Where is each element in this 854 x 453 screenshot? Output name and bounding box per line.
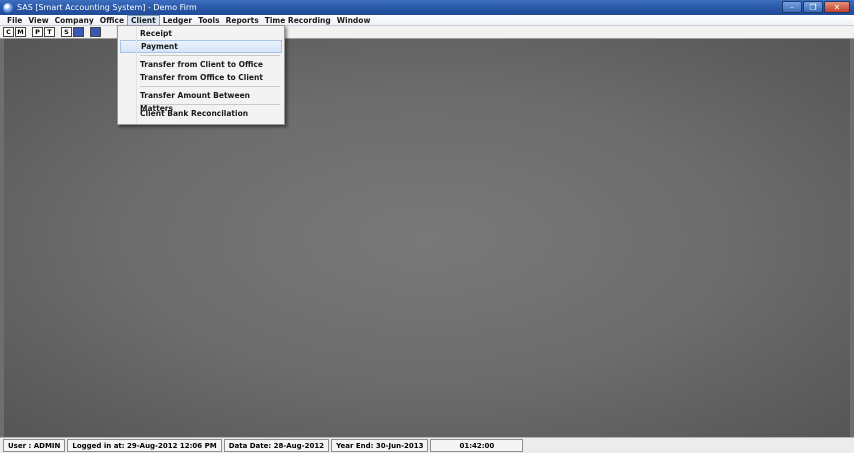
menu-item-receipt[interactable]: Receipt	[120, 27, 282, 40]
menu-item-transfer-office-to-client[interactable]: Transfer from Office to Client	[120, 71, 282, 84]
toolbar-client-button[interactable]: C	[3, 27, 14, 37]
status-bar: User : ADMIN Logged in at: 29-Aug-2012 1…	[0, 437, 854, 453]
status-year-end: Year End: 30-Jun-2013	[331, 439, 429, 452]
menu-separator	[140, 55, 280, 56]
menu-client[interactable]: Client	[127, 14, 160, 26]
toolbar-s-button[interactable]: S	[61, 27, 72, 37]
menu-item-client-bank-reconciliation[interactable]: Client Bank Reconcilation	[120, 107, 282, 120]
menu-file[interactable]: File	[4, 15, 25, 26]
menu-item-payment[interactable]: Payment	[120, 40, 282, 53]
toolbar-calendar-icon[interactable]	[90, 27, 101, 37]
menu-view[interactable]: View	[25, 15, 51, 26]
title-bar: SAS [Smart Accounting System] - Demo Fir…	[0, 0, 854, 15]
menu-separator	[140, 86, 280, 87]
toolbar-transfer-button[interactable]: T	[44, 27, 55, 37]
restore-button[interactable]: ❐	[803, 1, 823, 13]
app-icon	[3, 2, 13, 13]
toolbar-report-icon[interactable]	[73, 27, 84, 37]
menu-tools[interactable]: Tools	[195, 15, 222, 26]
menu-item-transfer-between-matters[interactable]: Transfer Amount Between Matters	[120, 89, 282, 113]
toolbar-payment-button[interactable]: P	[32, 27, 43, 37]
menu-item-transfer-client-to-office[interactable]: Transfer from Client to Office	[120, 58, 282, 71]
menu-reports[interactable]: Reports	[223, 15, 262, 26]
client-menu-dropdown: Receipt Payment Transfer from Client to …	[117, 25, 285, 125]
minimize-button[interactable]: –	[782, 1, 802, 13]
menu-icon-gutter	[136, 27, 137, 123]
window-controls: – ❐ ✕	[782, 1, 850, 13]
menu-office[interactable]: Office	[97, 15, 127, 26]
menu-time-recording[interactable]: Time Recording	[262, 15, 334, 26]
status-user: User : ADMIN	[3, 439, 66, 452]
menu-ledger[interactable]: Ledger	[160, 15, 195, 26]
menu-company[interactable]: Company	[52, 15, 97, 26]
close-button[interactable]: ✕	[824, 1, 850, 13]
menu-window[interactable]: Window	[334, 15, 374, 26]
toolbar-matter-button[interactable]: M	[15, 27, 26, 37]
status-logged-in: Logged in at: 29-Aug-2012 12:06 PM	[67, 439, 222, 452]
status-clock: 01:42:00	[430, 439, 524, 452]
status-data-date: Data Date: 28-Aug-2012	[223, 439, 330, 452]
window-title: SAS [Smart Accounting System] - Demo Fir…	[17, 3, 197, 12]
